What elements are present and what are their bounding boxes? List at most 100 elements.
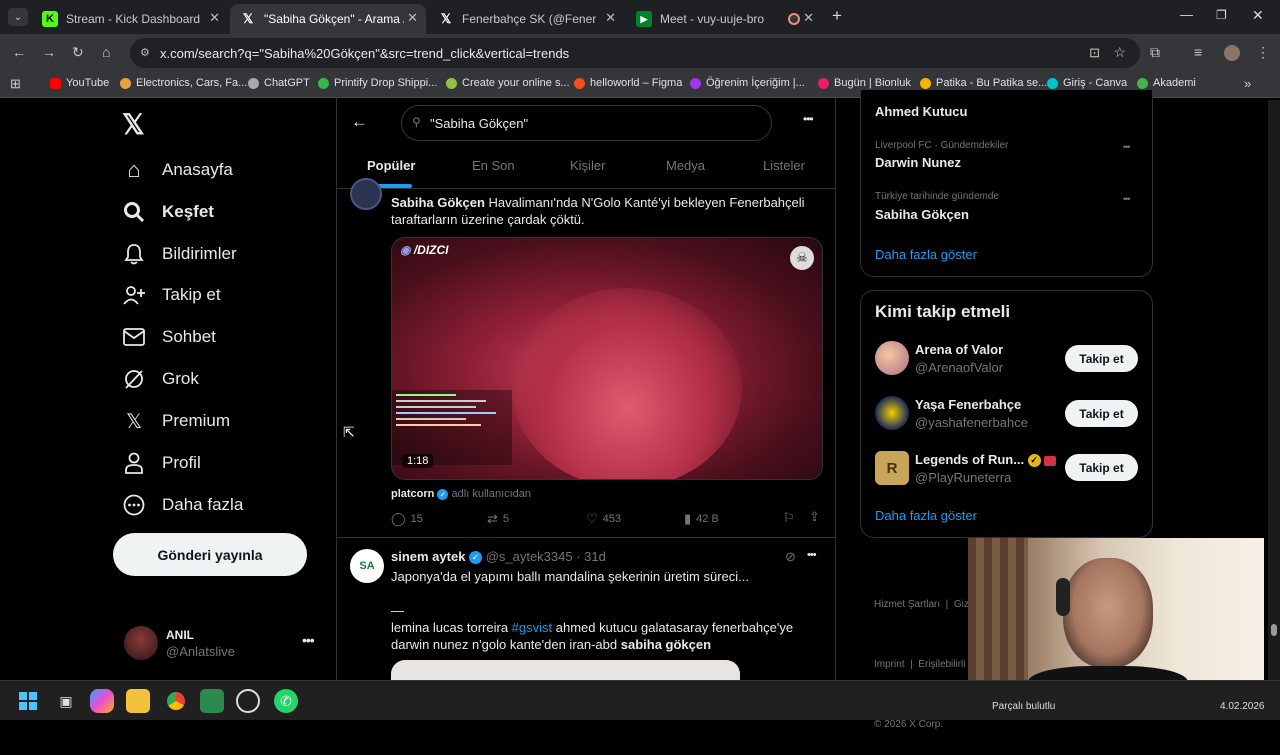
show-more-link[interactable]: Daha fazla göster: [875, 508, 977, 523]
bookmark-canva[interactable]: Giriş - Canva: [1047, 77, 1127, 89]
whatsapp-icon[interactable]: ✆: [274, 689, 298, 713]
close-icon[interactable]: ✕: [803, 10, 814, 26]
nav-home[interactable]: ⌂ Anasayfa: [122, 155, 233, 185]
tab-kick[interactable]: K Stream - Kick Dashboard ✕: [32, 4, 228, 34]
back-arrow-icon[interactable]: ←: [351, 112, 368, 132]
weather-notification[interactable]: Parçalı bulutlu: [992, 701, 1055, 712]
reply-button[interactable]: ◯ 15: [391, 511, 423, 527]
account-name[interactable]: Yaşa Fenerbahçe: [915, 397, 1021, 412]
nav-profile[interactable]: Profil: [122, 448, 201, 478]
home-icon[interactable]: ⌂: [102, 44, 110, 60]
tab-people[interactable]: Kişiler: [570, 158, 605, 173]
more-icon[interactable]: •••: [1123, 142, 1131, 152]
task-view-icon[interactable]: ▣: [54, 689, 78, 713]
nav-explore[interactable]: Keşfet: [122, 197, 214, 227]
nav-follow[interactable]: Takip et: [122, 280, 221, 310]
bookmark-icon[interactable]: ⚐: [783, 510, 795, 526]
bookmark-patika[interactable]: Patika - Bu Patika se...: [920, 77, 1047, 89]
show-more-link[interactable]: Daha fazla göster: [875, 247, 977, 262]
more-bookmarks-icon[interactable]: »: [1244, 76, 1251, 91]
source-user[interactable]: platcorn: [391, 488, 434, 500]
nav-more[interactable]: Daha fazla: [122, 490, 243, 520]
avatar[interactable]: [875, 341, 909, 375]
nav-grok[interactable]: Grok: [122, 364, 199, 394]
windows-start-icon[interactable]: [16, 689, 40, 713]
account-switcher[interactable]: ANIL @Anlatslive •••: [120, 622, 326, 666]
install-icon[interactable]: ⊡: [1089, 45, 1100, 61]
tweet-image[interactable]: [391, 660, 740, 680]
search-input[interactable]: ⚲ "Sabiha Gökçen": [401, 105, 772, 141]
extensions-icon[interactable]: ⧉: [1150, 44, 1160, 61]
clock-date[interactable]: 4.02.2026: [1220, 701, 1265, 712]
media-icon[interactable]: ≡: [1194, 44, 1202, 60]
bookmark-bionluk[interactable]: Bugün | Bionluk: [818, 77, 911, 89]
like-button[interactable]: ♡ 453: [586, 511, 621, 527]
close-window-button[interactable]: ✕: [1252, 7, 1264, 24]
tab-popular[interactable]: Popüler: [367, 158, 415, 173]
scrollbar[interactable]: [1268, 100, 1280, 680]
maximize-button[interactable]: ❐: [1216, 8, 1227, 22]
account-name[interactable]: Legends of Run...: [915, 452, 1024, 467]
follow-button[interactable]: Takip et: [1065, 345, 1138, 372]
close-icon[interactable]: ✕: [407, 10, 418, 26]
close-icon[interactable]: ✕: [605, 10, 616, 26]
avatar[interactable]: [350, 178, 382, 210]
more-options-icon[interactable]: •••: [807, 549, 817, 561]
profile-avatar[interactable]: [1224, 45, 1240, 61]
bookmark-electronics[interactable]: Electronics, Cars, Fa...: [120, 77, 247, 89]
apps-icon[interactable]: ⊞: [10, 76, 21, 92]
views-button[interactable]: ▮ 42 B: [684, 511, 719, 527]
hashtag-link[interactable]: #gsvist: [512, 620, 552, 635]
bookmark-figma[interactable]: helloworld – Figma: [574, 77, 682, 89]
post-button[interactable]: Gönderi yayınla: [113, 533, 307, 576]
bookmark-akademi[interactable]: Akademi: [1137, 77, 1196, 89]
nav-premium[interactable]: 𝕏 Premium: [122, 406, 230, 436]
nav-notifications[interactable]: Bildirimler: [122, 239, 237, 269]
chrome-icon[interactable]: [164, 689, 188, 713]
grok-icon[interactable]: ⊘: [785, 549, 796, 565]
copilot-icon[interactable]: [90, 689, 114, 713]
file-explorer-icon[interactable]: [126, 689, 150, 713]
avatar[interactable]: SA: [350, 549, 384, 583]
bookmark-star-icon[interactable]: ☆: [1113, 44, 1126, 61]
close-icon[interactable]: ✕: [209, 10, 220, 26]
tab-media[interactable]: Medya: [666, 158, 705, 173]
reload-icon[interactable]: ↻: [72, 44, 84, 61]
account-name[interactable]: Arena of Valor: [915, 342, 1003, 357]
tab-latest[interactable]: En Son: [472, 158, 515, 173]
x-logo[interactable]: 𝕏: [122, 108, 145, 141]
tab-search-button[interactable]: ⌄: [8, 8, 28, 26]
tweet-time[interactable]: · 31d: [576, 549, 606, 564]
store-icon[interactable]: [200, 689, 224, 713]
avatar[interactable]: [875, 396, 909, 430]
bookmark-printify[interactable]: Printify Drop Shippi...: [318, 77, 437, 89]
footer-line[interactable]: Hizmet Şartları | Giz: [874, 595, 969, 615]
bookmark-ogrenim[interactable]: Öğrenim İçeriğim |...: [690, 77, 805, 89]
tab-x-search[interactable]: 𝕏 "Sabiha Gökçen" - Arama / X ✕: [230, 4, 426, 34]
address-bar[interactable]: ⚙ x.com/search?q="Sabiha%20Gökçen"&src=t…: [130, 38, 1140, 68]
more-icon[interactable]: •••: [1123, 194, 1131, 204]
avatar[interactable]: R: [875, 451, 909, 485]
trend-name[interactable]: Darwin Nunez: [875, 155, 961, 170]
bookmark-youtube[interactable]: YouTube: [50, 77, 109, 89]
tab-fenerbahce[interactable]: 𝕏 Fenerbahçe SK (@Fenerbahçe) ✕: [428, 4, 624, 34]
tweet-handle[interactable]: @s_aytek3345: [486, 549, 573, 564]
retweet-button[interactable]: ⇄ 5: [487, 511, 509, 527]
nav-messages[interactable]: Sohbet: [122, 322, 216, 352]
follow-button[interactable]: Takip et: [1065, 454, 1138, 481]
share-icon[interactable]: ⇪: [809, 509, 820, 525]
scrollbar-thumb[interactable]: [1271, 624, 1277, 636]
follow-button[interactable]: Takip et: [1065, 400, 1138, 427]
trend-name[interactable]: Ahmed Kutucu: [875, 104, 967, 119]
tweet-video[interactable]: ◉ /DIZCI ☠ 1:18: [391, 237, 823, 480]
tab-lists[interactable]: Listeler: [763, 158, 805, 173]
footer-line[interactable]: Imprint | Erişilebilirli: [874, 655, 969, 675]
tab-recording[interactable]: ✕: [778, 4, 822, 34]
new-tab-button[interactable]: +: [832, 6, 842, 26]
trend-name[interactable]: Sabiha Gökçen: [875, 207, 969, 222]
bookmark-shopify[interactable]: Create your online s...: [446, 77, 570, 89]
minimize-button[interactable]: —: [1180, 7, 1193, 22]
site-info-icon[interactable]: ⚙: [140, 46, 150, 59]
more-options-icon[interactable]: •••: [803, 112, 814, 126]
obs-icon[interactable]: [236, 689, 260, 713]
